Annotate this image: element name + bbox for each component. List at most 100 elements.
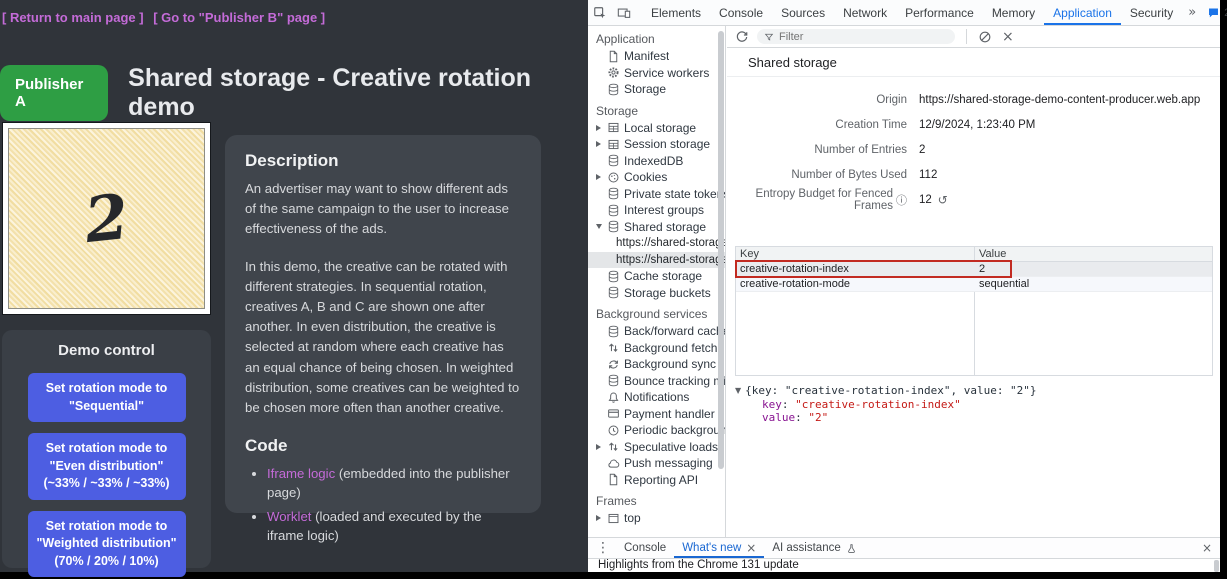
- sidebar-item-speculative-loads[interactable]: Speculative loads: [588, 439, 725, 456]
- publisher-badge: Publisher A: [0, 65, 108, 121]
- close-whats-new-icon[interactable]: [746, 541, 756, 555]
- drawer-tab-whats-new[interactable]: What's new: [674, 538, 764, 558]
- sidebar-scrollbar[interactable]: [718, 31, 724, 469]
- metadata-value: 12: [919, 194, 932, 206]
- tab-security[interactable]: Security: [1121, 0, 1182, 25]
- list-item: Worklet (loaded and executed by the ifra…: [267, 507, 521, 545]
- status-scrollbar[interactable]: [1214, 560, 1219, 572]
- database-icon: [607, 187, 620, 200]
- filter-pill[interactable]: [757, 29, 955, 44]
- sidebar-item-background-sync[interactable]: Background sync: [588, 356, 725, 373]
- drawer-tab-ai-assistance[interactable]: AI assistance: [764, 538, 864, 558]
- iframe-logic-link[interactable]: Iframe logic: [267, 466, 335, 481]
- tab-performance[interactable]: Performance: [896, 0, 983, 25]
- column-header-key[interactable]: Key: [736, 247, 974, 261]
- database-icon: [607, 374, 620, 387]
- tab-application[interactable]: Application: [1044, 0, 1121, 25]
- database-icon: [607, 83, 620, 96]
- set-weighted-distribution-button[interactable]: Set rotation mode to "Weighted distribut…: [28, 511, 186, 578]
- tab-network[interactable]: Network: [834, 0, 896, 25]
- issues-counter[interactable]: 2: [1202, 6, 1227, 19]
- expander-down-icon[interactable]: [735, 384, 741, 398]
- chevron-right-icon[interactable]: [594, 141, 603, 147]
- device-toolbar-icon[interactable]: [612, 6, 636, 20]
- table-row-creative-rotation-mode[interactable]: creative-rotation-mode sequential: [736, 277, 1212, 292]
- chevron-right-icon[interactable]: [594, 125, 603, 131]
- sidebar-item-local-storage[interactable]: Local storage: [588, 120, 725, 137]
- more-tabs-icon[interactable]: »: [1182, 5, 1202, 20]
- sidebar-item-top-frame[interactable]: top: [588, 510, 725, 527]
- sidebar-section-frames: Frames: [588, 493, 725, 510]
- drawer-tab-console[interactable]: Console: [616, 538, 674, 558]
- tab-elements[interactable]: Elements: [642, 0, 710, 25]
- sidebar-item-storage[interactable]: Storage: [588, 81, 725, 98]
- sidebar-item-private-state-tokens[interactable]: Private state tokens: [588, 186, 725, 203]
- drawer-menu-icon[interactable]: [590, 540, 616, 556]
- cell-key: creative-rotation-mode: [736, 277, 974, 291]
- creative-number: 2: [81, 180, 132, 257]
- devtools-tabbar: Elements Console Sources Network Perform…: [588, 0, 1220, 26]
- sidebar-item-manifest[interactable]: Manifest: [588, 48, 725, 65]
- metadata-row-entropy-budget: Entropy Budget for Fenced Frames 12: [735, 187, 1220, 212]
- refresh-icon[interactable]: [735, 30, 749, 44]
- sidebar-item-reporting-api[interactable]: Reporting API: [588, 472, 725, 489]
- preview-summary: {key: "creative-rotation-index", value: …: [745, 384, 1036, 398]
- tabbar-right-controls: 2: [1202, 5, 1227, 21]
- preview-summary-line[interactable]: {key: "creative-rotation-index", value: …: [735, 384, 1213, 398]
- tab-console[interactable]: Console: [710, 0, 772, 25]
- sidebar-item-cookies[interactable]: Cookies: [588, 169, 725, 186]
- sidebar-item-back-forward-cache[interactable]: Back/forward cache: [588, 323, 725, 340]
- page-title: Shared storage - Creative rotation demo: [128, 64, 578, 122]
- set-even-distribution-button[interactable]: Set rotation mode to "Even distribution"…: [28, 433, 186, 500]
- sidebar-item-bounce-tracking[interactable]: Bounce tracking miti...: [588, 373, 725, 390]
- chevron-right-icon[interactable]: [594, 444, 603, 450]
- clear-all-icon[interactable]: [978, 30, 992, 44]
- metadata-value: https://shared-storage-demo-content-prod…: [919, 94, 1200, 106]
- sidebar-section-application: Application: [588, 31, 725, 48]
- sidebar-item-session-storage[interactable]: Session storage: [588, 136, 725, 153]
- column-header-value[interactable]: Value: [974, 247, 1212, 261]
- publisher-b-link[interactable]: [ Go to "Publisher B" page ]: [153, 10, 325, 25]
- delete-selected-icon[interactable]: [1000, 29, 1016, 45]
- sidebar-item-shared-storage-origin-1[interactable]: https://shared-storage...: [588, 235, 725, 252]
- sync-icon: [607, 358, 620, 371]
- database-icon: [607, 286, 620, 299]
- sidebar-item-payment-handler[interactable]: Payment handler: [588, 406, 725, 423]
- sidebar-section-background-services: Background services: [588, 306, 725, 323]
- set-sequential-button[interactable]: Set rotation mode to "Sequential": [28, 373, 186, 422]
- sidebar-item-background-fetch[interactable]: Background fetch: [588, 340, 725, 357]
- funnel-icon: [764, 32, 774, 42]
- sidebar-item-service-workers[interactable]: Service workers: [588, 65, 725, 82]
- inspect-element-icon[interactable]: [588, 6, 612, 20]
- sidebar-item-shared-storage[interactable]: Shared storage: [588, 219, 725, 236]
- tab-sources[interactable]: Sources: [772, 0, 834, 25]
- code-links-list: Iframe logic (embedded into the publishe…: [267, 464, 521, 546]
- sidebar-section-storage: Storage: [588, 103, 725, 120]
- reset-budget-icon[interactable]: [938, 193, 948, 207]
- sidebar-item-notifications[interactable]: Notifications: [588, 389, 725, 406]
- bell-icon: [607, 391, 620, 404]
- info-icon[interactable]: [896, 192, 907, 208]
- cell-value: 2: [974, 262, 1212, 276]
- sidebar-item-indexeddb[interactable]: IndexedDB: [588, 153, 725, 170]
- drawer-close-icon[interactable]: [1202, 541, 1212, 555]
- worklet-link[interactable]: Worklet: [267, 509, 311, 524]
- return-to-main-link[interactable]: [ Return to main page ]: [2, 10, 144, 25]
- page-nav: [ Return to main page ] [ Go to "Publish…: [2, 10, 331, 25]
- database-icon: [607, 154, 620, 167]
- sidebar-item-shared-storage-origin-2[interactable]: https://shared-storage...: [588, 252, 725, 269]
- chevron-down-icon[interactable]: [594, 224, 603, 229]
- arrows-up-down-icon: [607, 440, 620, 453]
- sidebar-item-cache-storage[interactable]: Cache storage: [588, 268, 725, 285]
- chevron-right-icon[interactable]: [594, 174, 603, 180]
- database-icon: [607, 204, 620, 217]
- chevron-right-icon[interactable]: [594, 515, 603, 521]
- sidebar-item-interest-groups[interactable]: Interest groups: [588, 202, 725, 219]
- filter-input[interactable]: [779, 31, 948, 43]
- sidebar-item-storage-buckets[interactable]: Storage buckets: [588, 285, 725, 302]
- sidebar-item-push-messaging[interactable]: Push messaging: [588, 455, 725, 472]
- tab-memory[interactable]: Memory: [983, 0, 1044, 25]
- table-row-creative-rotation-index[interactable]: creative-rotation-index 2: [736, 262, 1212, 277]
- sidebar-item-periodic-background-sync[interactable]: Periodic backgroun...: [588, 422, 725, 439]
- database-icon: [607, 220, 620, 233]
